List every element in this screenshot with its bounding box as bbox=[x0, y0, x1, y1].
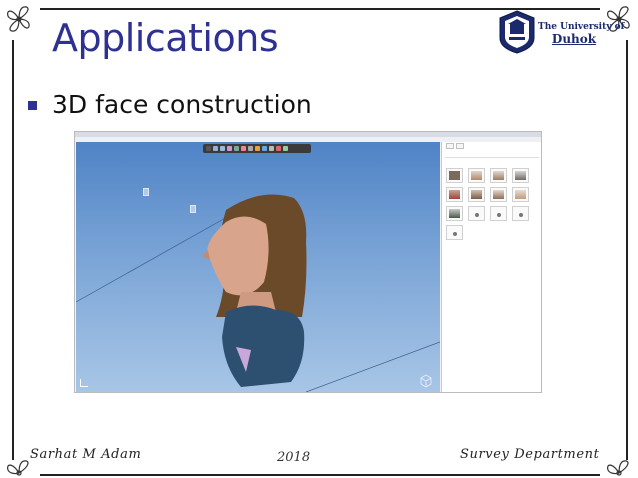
photo-thumbnail[interactable] bbox=[468, 187, 485, 202]
side-panel-filter[interactable] bbox=[445, 159, 539, 164]
photo-thumbnail[interactable] bbox=[468, 168, 485, 183]
viewport-scene bbox=[76, 194, 440, 392]
toolbar-button[interactable] bbox=[234, 146, 239, 151]
3d-viewport[interactable] bbox=[76, 142, 440, 392]
toolbar-button[interactable] bbox=[241, 146, 246, 151]
toolbar-button[interactable] bbox=[213, 146, 218, 151]
photo-thumbnail[interactable] bbox=[446, 168, 463, 183]
camera-view-icon[interactable] bbox=[190, 205, 196, 213]
photo-thumbnail[interactable] bbox=[446, 225, 463, 240]
face-model bbox=[202, 194, 307, 387]
corner-lily-icon bbox=[602, 456, 636, 478]
photo-thumbnail[interactable] bbox=[512, 187, 529, 202]
toolbar-button[interactable] bbox=[269, 146, 274, 151]
side-panel-toolbar bbox=[445, 153, 539, 158]
side-panel-tab[interactable] bbox=[446, 143, 454, 149]
bullet-text: 3D face construction bbox=[52, 90, 312, 119]
viewport-toolbar bbox=[203, 144, 311, 153]
toolbar-button[interactable] bbox=[227, 146, 232, 151]
corner-lily-icon bbox=[2, 2, 36, 36]
toolbar-button[interactable] bbox=[220, 146, 225, 151]
photo-thumbnail[interactable] bbox=[490, 187, 507, 202]
slide-frame-right bbox=[626, 40, 628, 460]
toolbar-button[interactable] bbox=[255, 146, 260, 151]
footer-department: Survey Department bbox=[460, 447, 600, 462]
footer-author: Sarhat M Adam bbox=[30, 447, 142, 462]
app-screenshot bbox=[74, 131, 542, 393]
toolbar-button[interactable] bbox=[248, 146, 253, 151]
footer-year: 2018 bbox=[277, 450, 311, 465]
photo-thumbnail[interactable] bbox=[490, 168, 507, 183]
slide-frame-left bbox=[12, 40, 14, 460]
nav-cube-icon[interactable] bbox=[418, 372, 434, 388]
university-seal-icon bbox=[498, 10, 536, 54]
bullet-marker bbox=[28, 101, 37, 110]
toolbar-button[interactable] bbox=[262, 146, 267, 151]
side-panel-tabs bbox=[446, 143, 464, 149]
photo-thumbnail[interactable] bbox=[446, 206, 463, 221]
photo-thumbnail[interactable] bbox=[512, 168, 529, 183]
toolbar-button[interactable] bbox=[276, 146, 281, 151]
axis-icon bbox=[80, 379, 88, 387]
photo-thumbnail[interactable] bbox=[468, 206, 485, 221]
camera-view-icon[interactable] bbox=[143, 188, 149, 196]
photo-thumbnail[interactable] bbox=[446, 187, 463, 202]
photo-thumbnail[interactable] bbox=[512, 206, 529, 221]
toolbar-button[interactable] bbox=[206, 146, 211, 151]
university-name: The University of Duhok bbox=[538, 22, 625, 46]
university-name-line2: Duhok bbox=[551, 32, 597, 46]
university-name-line1: The University of bbox=[538, 22, 625, 32]
photo-side-panel bbox=[441, 142, 541, 392]
slide-title: Applications bbox=[52, 16, 279, 60]
slide-frame-bottom bbox=[40, 474, 600, 476]
toolbar-button[interactable] bbox=[283, 146, 288, 151]
photo-thumbnail[interactable] bbox=[490, 206, 507, 221]
photo-thumbnail-grid bbox=[446, 168, 538, 240]
side-panel-tab[interactable] bbox=[456, 143, 464, 149]
